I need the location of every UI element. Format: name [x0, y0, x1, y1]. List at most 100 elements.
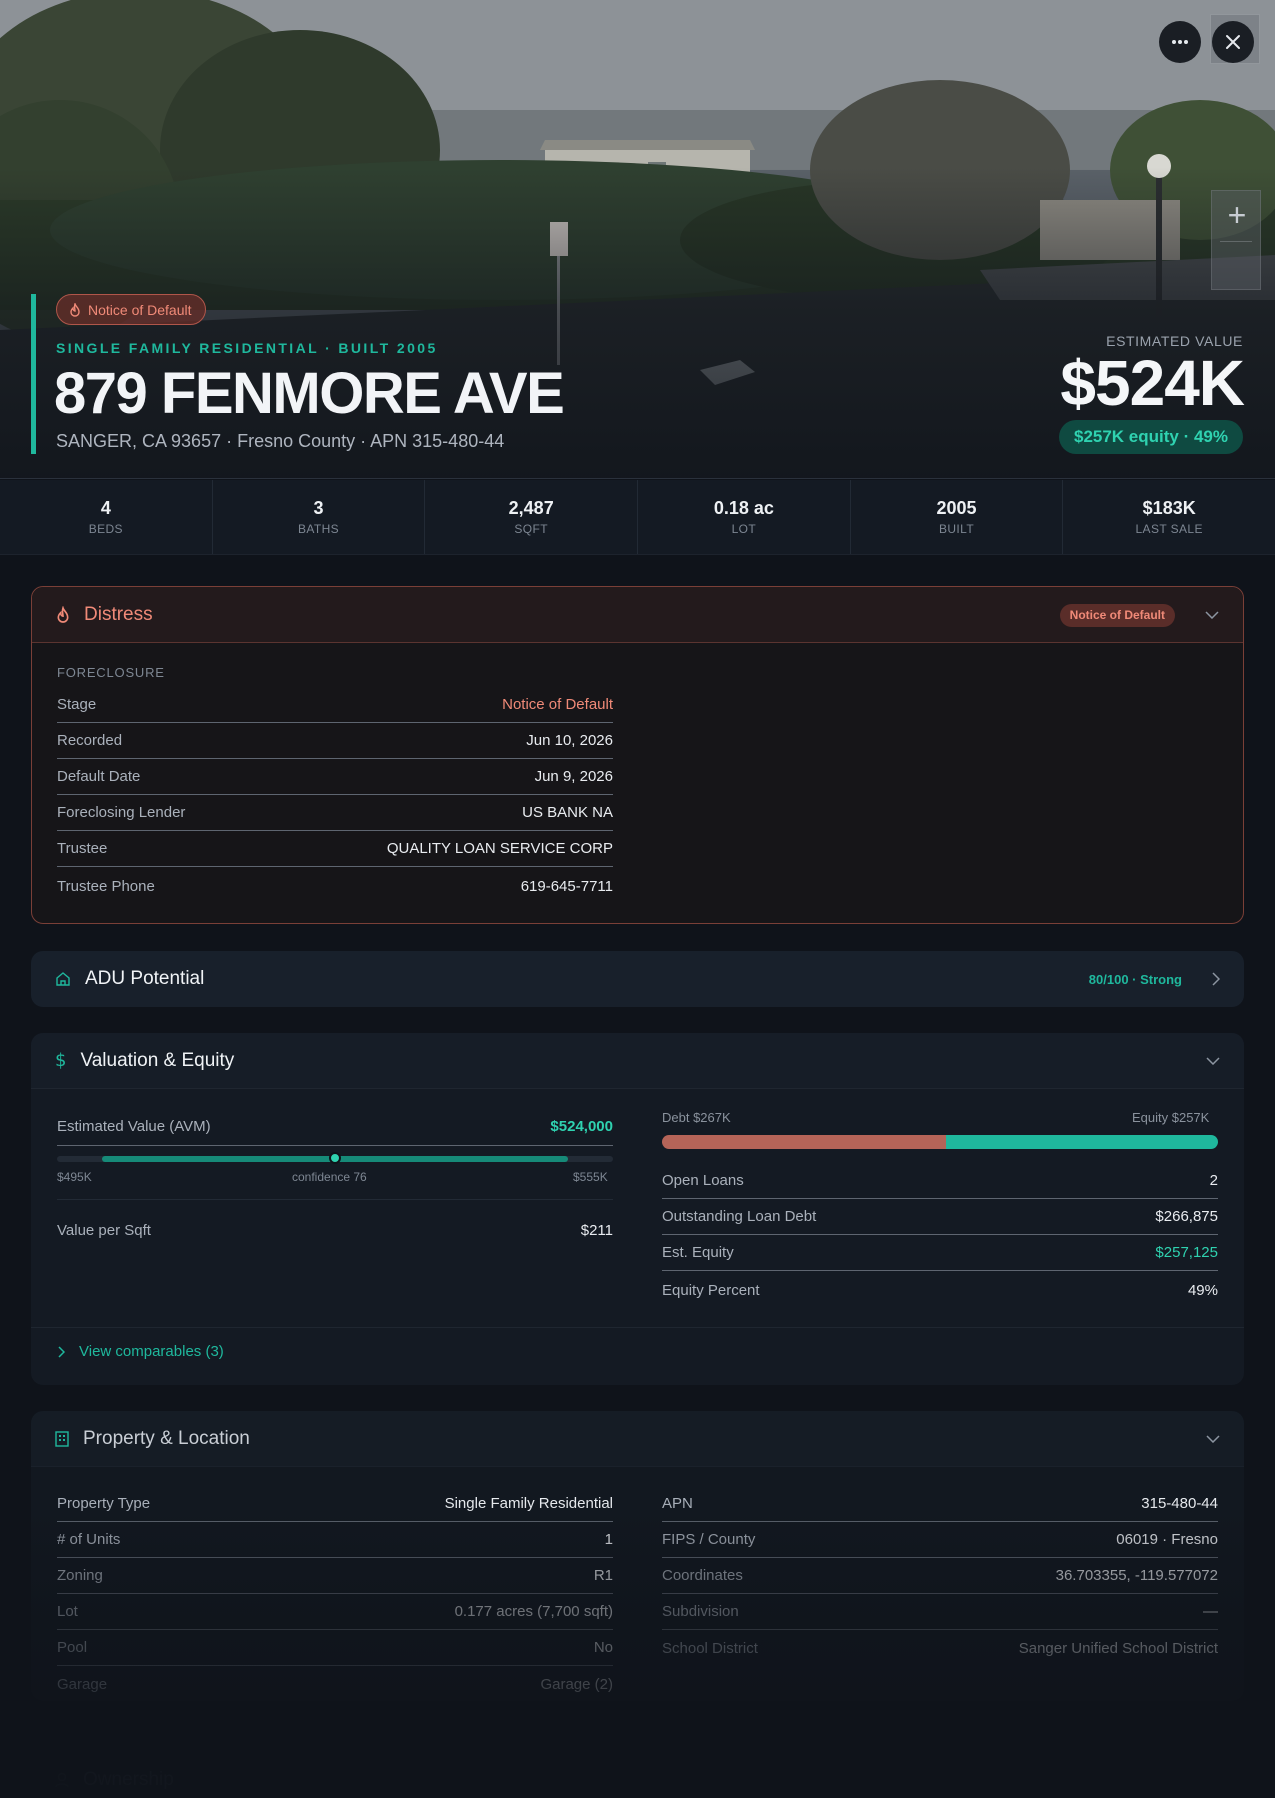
- loan-row-equity-percent: Equity Percent 49%: [662, 1272, 1218, 1308]
- stat-value: 3: [313, 498, 324, 518]
- row-key: Coordinates: [662, 1567, 743, 1584]
- row-value: $211: [580, 1221, 613, 1239]
- stat-last-sale: $183K LAST SALE: [1063, 480, 1275, 554]
- row-key: FIPS / County: [662, 1531, 756, 1548]
- foreclosure-row-recorded: Recorded Jun 10, 2026: [57, 723, 613, 759]
- row-value: 1: [604, 1531, 613, 1548]
- stat-lot: 0.18 ac LOT: [638, 480, 851, 554]
- property-row-zoning: Zoning R1: [57, 1558, 613, 1594]
- value-per-sqft-row: Value per Sqft $211: [57, 1212, 613, 1248]
- chevron-right-icon: [58, 1345, 65, 1358]
- stat-value: $183K: [1142, 498, 1196, 518]
- stat-built: 2005 BUILT: [851, 480, 1064, 554]
- property-row-lot: Lot 0.177 acres (7,700 sqft): [57, 1594, 613, 1630]
- row-value: US BANK NA: [522, 804, 613, 821]
- foreclosure-row-default-date: Default Date Jun 9, 2026: [57, 759, 613, 795]
- loan-row-open-loans: Open Loans 2: [662, 1163, 1218, 1199]
- close-button[interactable]: [1212, 21, 1254, 63]
- chevron-down-icon[interactable]: [1206, 1057, 1220, 1065]
- distress-status-badge: Notice of Default: [1059, 603, 1175, 627]
- row-key: Zoning: [57, 1567, 103, 1584]
- row-value: —: [1203, 1603, 1218, 1620]
- debt-segment: [662, 1135, 946, 1149]
- distress-status-pill: Notice of Default: [56, 294, 206, 325]
- row-key: School District: [662, 1639, 758, 1657]
- close-icon: [1225, 34, 1241, 50]
- stat-sqft: 2,487 SQFT: [425, 480, 639, 554]
- loan-row-outstanding-debt: Outstanding Loan Debt $266,875: [662, 1199, 1218, 1235]
- row-key: Open Loans: [662, 1172, 744, 1189]
- ownership-card-header[interactable]: Ownership: [31, 1752, 1244, 1798]
- row-value: Notice of Default: [502, 696, 613, 713]
- row-value: QUALITY LOAN SERVICE CORP: [386, 840, 613, 857]
- confidence-label: confidence 76: [292, 1170, 367, 1184]
- row-value: Garage (2): [540, 1675, 613, 1693]
- row-key: Property Type: [57, 1495, 151, 1512]
- property-stats-bar: 4 BEDS 3 BATHS 2,487 SQFT 0.18 ac LOT 20…: [0, 480, 1275, 555]
- chevron-down-icon[interactable]: [1205, 611, 1219, 619]
- valuation-card-header[interactable]: $ Valuation & Equity: [31, 1033, 1244, 1089]
- foreclosure-row-lender: Foreclosing Lender US BANK NA: [57, 795, 613, 831]
- flame-icon: [69, 302, 81, 317]
- row-key: Estimated Value (AVM): [57, 1118, 211, 1135]
- map-zoom-control[interactable]: +: [1211, 190, 1261, 290]
- row-value: No: [593, 1639, 613, 1656]
- property-row-coordinates: Coordinates 36.703355, -119.577072: [662, 1558, 1218, 1594]
- distress-card-header[interactable]: Distress Notice of Default: [32, 587, 1243, 643]
- avm-estimate-marker: [329, 1152, 341, 1164]
- stat-label: LOT: [731, 522, 757, 536]
- stat-label: BEDS: [88, 522, 123, 536]
- property-row-school-district: School District Sanger Unified School Di…: [662, 1630, 1218, 1666]
- property-card-header[interactable]: Property & Location: [31, 1411, 1244, 1467]
- stat-baths: 3 BATHS: [213, 480, 426, 554]
- home-icon: [55, 971, 71, 987]
- distress-card-title: Distress: [84, 603, 153, 625]
- row-value: 06019 · Fresno: [1116, 1531, 1218, 1548]
- row-key: Garage: [57, 1675, 108, 1693]
- row-value: Jun 10, 2026: [526, 732, 613, 749]
- stat-value: 2005: [936, 498, 977, 518]
- row-key: Lot: [57, 1603, 78, 1620]
- row-value: 315-480-44: [1141, 1495, 1218, 1512]
- view-comparables-link[interactable]: View comparables (3): [58, 1343, 224, 1360]
- hero-accent-bar: [31, 294, 36, 454]
- property-row-fips: FIPS / County 06019 · Fresno: [662, 1522, 1218, 1558]
- row-key: Equity Percent: [662, 1281, 760, 1299]
- foreclosure-row-trustee: Trustee QUALITY LOAN SERVICE CORP: [57, 831, 613, 867]
- property-subtitle: SINGLE FAMILY RESIDENTIAL · BUILT 2005: [56, 340, 438, 356]
- stat-beds: 4 BEDS: [0, 480, 213, 554]
- property-row-type: Property Type Single Family Residential: [57, 1486, 613, 1522]
- stat-value: 2,487: [508, 498, 554, 518]
- zoom-in-icon[interactable]: +: [1212, 197, 1262, 233]
- adu-card-header[interactable]: ADU Potential 80/100 · Strong: [31, 951, 1244, 1007]
- row-key: Est. Equity: [662, 1244, 734, 1261]
- debt-label: Debt $267K: [662, 1110, 731, 1125]
- property-row-pool: Pool No: [57, 1630, 613, 1666]
- row-key: Recorded: [57, 732, 123, 749]
- chevron-down-icon[interactable]: [1206, 1435, 1220, 1443]
- more-options-button[interactable]: [1159, 21, 1201, 63]
- property-row-apn: APN 315-480-44: [662, 1486, 1218, 1522]
- row-value: R1: [593, 1567, 613, 1584]
- row-value: 619-645-7711: [520, 877, 613, 895]
- chevron-right-icon[interactable]: [1212, 972, 1220, 986]
- divider: [57, 1199, 613, 1200]
- ownership-card-title: Ownership: [83, 1769, 174, 1790]
- foreclosure-row-trustee-phone: Trustee Phone 619-645-7711: [57, 868, 613, 904]
- property-address-line: SANGER, CA 93657 · Fresno County · APN 3…: [56, 431, 505, 451]
- row-key: Default Date: [57, 768, 141, 785]
- foreclosure-row-stage: Stage Notice of Default: [57, 687, 613, 723]
- adu-score: 80/100 · Strong: [1088, 971, 1182, 987]
- range-low-label: $495K: [57, 1170, 92, 1184]
- equity-pill: $257K equity · 49%: [1058, 420, 1243, 454]
- foreclosure-section-label: FORECLOSURE: [57, 665, 165, 680]
- stat-label: BUILT: [938, 522, 975, 536]
- equity-label: Equity $257K: [1132, 1110, 1210, 1125]
- avm-value: $524,000: [550, 1118, 613, 1135]
- adu-potential-card[interactable]: ADU Potential 80/100 · Strong: [31, 951, 1244, 1007]
- zoom-divider: [1220, 241, 1252, 242]
- row-value: $257,125: [1155, 1244, 1218, 1261]
- row-value: 36.703355, -119.577072: [1055, 1567, 1218, 1584]
- debt-equity-bar: [662, 1135, 1218, 1149]
- row-key: Outstanding Loan Debt: [662, 1208, 817, 1225]
